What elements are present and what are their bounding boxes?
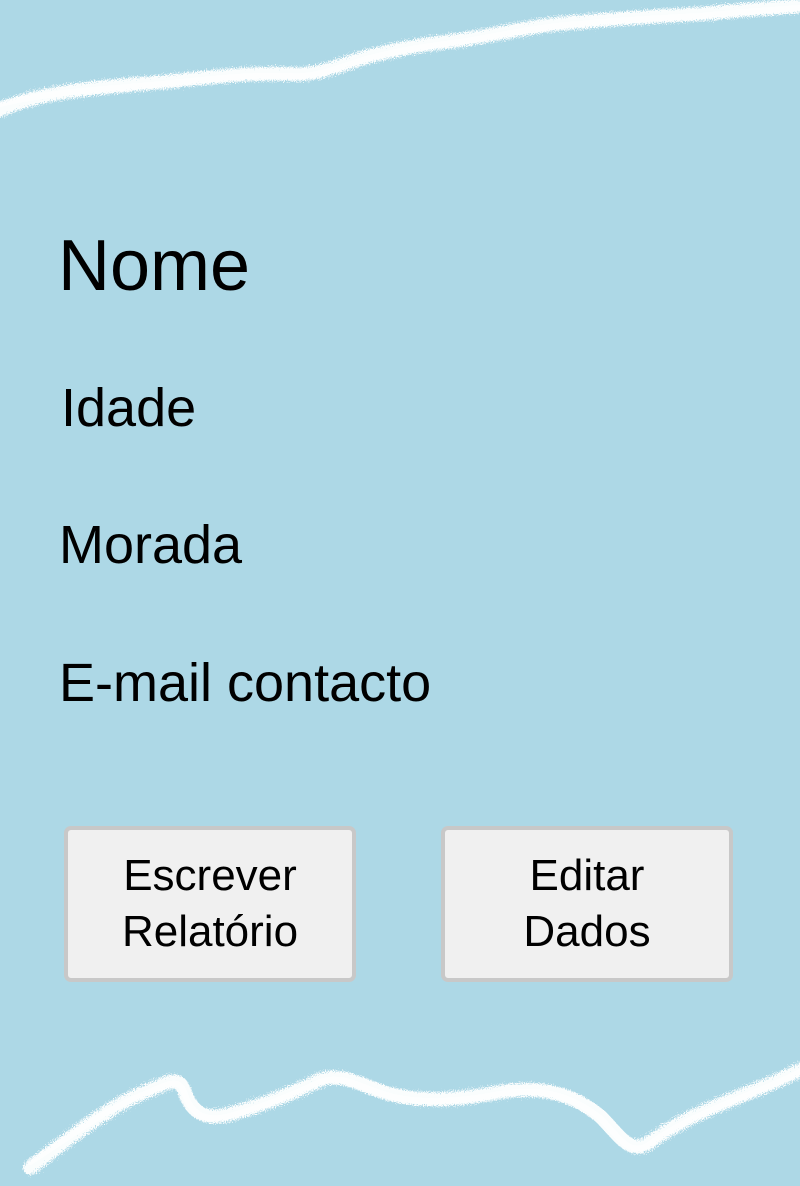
write-report-label-line2: Relatório [121, 907, 299, 956]
address-label: Morada [59, 515, 243, 575]
edit-data-label-line1: Editar [529, 851, 645, 900]
age-label: Idade [61, 378, 197, 438]
write-report-label-line1: Escrever [123, 851, 297, 900]
bottom-wave-decoration [23, 1063, 800, 1175]
edit-data-label-line2: Dados [523, 907, 651, 956]
name-label: Nome [58, 226, 251, 306]
email-contact-label: E-mail contacto [59, 653, 432, 713]
top-wave-decoration [0, 0, 800, 117]
write-report-button[interactable]: Escrever Relatório [64, 826, 356, 982]
edit-data-button[interactable]: Editar Dados [441, 826, 733, 982]
